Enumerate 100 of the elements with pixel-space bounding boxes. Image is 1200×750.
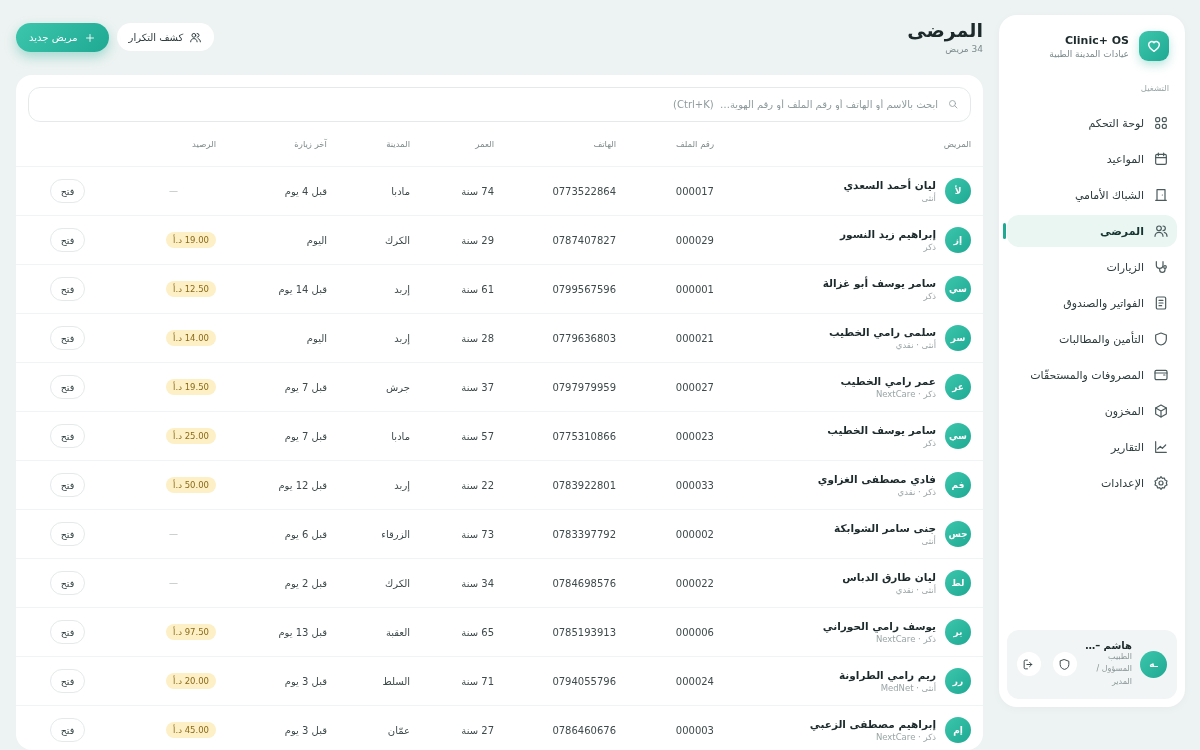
users-icon xyxy=(189,30,203,44)
age-cell-text: 34 سنة xyxy=(460,577,494,589)
age-cell-text: 28 سنة xyxy=(460,332,494,344)
patient-avatar: إز xyxy=(945,227,971,253)
duplicates-button[interactable]: كشف التكرار xyxy=(116,23,215,51)
column-header: آخر زيارة xyxy=(293,139,327,149)
city-cell-text: جرش xyxy=(385,381,410,393)
column-header: العمر xyxy=(474,139,494,149)
balance-cell-text: — xyxy=(169,529,179,539)
balance-badge: 19.50 د.أ xyxy=(166,379,216,395)
wallet-icon xyxy=(1153,367,1169,383)
file-number: 000001 xyxy=(674,283,714,295)
patient-meta: ذكر · NextCare xyxy=(874,389,936,399)
balance-badge: 97.50 د.أ xyxy=(166,624,216,640)
column-header: رقم الملف xyxy=(675,139,714,149)
phone-cell-text: 0784698576 xyxy=(551,577,616,589)
phone-cell-text: 0785193913 xyxy=(551,626,616,638)
file-number: 000023 xyxy=(674,430,714,442)
patient-name: ليان أحمد السعدي xyxy=(843,179,936,191)
shield-button[interactable] xyxy=(1052,652,1077,677)
age-cell-text: 61 سنة xyxy=(460,283,494,295)
age-cell-text: 22 سنة xyxy=(460,479,494,491)
patient-avatar: سي xyxy=(945,276,971,302)
patient-name: سلمى رامي الخطيب xyxy=(828,326,936,338)
phone-cell-text: 0786460676 xyxy=(551,724,616,736)
city-cell-text: مادبا xyxy=(390,185,410,197)
age-cell-text: 65 سنة xyxy=(460,626,494,638)
balance-badge: 19.00 د.أ xyxy=(166,232,216,248)
logout-button[interactable] xyxy=(1017,652,1041,677)
file-number: 000024 xyxy=(674,675,714,687)
patient-meta: ذكر xyxy=(922,291,936,301)
open-button[interactable]: فتح xyxy=(50,277,85,301)
balance-cell-text: — xyxy=(169,186,179,196)
open-button[interactable]: فتح xyxy=(50,571,85,595)
city-cell-text: إربد xyxy=(393,283,410,295)
search-icon xyxy=(947,98,959,110)
patient-name: فادي مصطفى الغزاوي xyxy=(817,473,936,485)
city-cell-text: إربد xyxy=(393,332,410,344)
last-visit-cell-text: قبل 3 يوم xyxy=(283,675,327,687)
last-visit-cell-text: قبل 7 يوم xyxy=(283,430,327,442)
column-header: الهاتف xyxy=(592,139,616,149)
patient-avatar: ير xyxy=(945,619,971,645)
sidebar-item[interactable]: الزيارات xyxy=(1007,251,1177,283)
phone-cell-text: 0783397792 xyxy=(551,528,616,540)
gear-icon xyxy=(1153,475,1169,491)
file-number: 000033 xyxy=(674,479,714,491)
balance-badge: 25.00 د.أ xyxy=(166,428,216,444)
age-cell-text: 73 سنة xyxy=(460,528,494,540)
open-button[interactable]: فتح xyxy=(50,375,85,399)
open-button[interactable]: فتح xyxy=(50,620,85,644)
sidebar-item[interactable]: التقارير xyxy=(1007,431,1177,463)
city-cell-text: إربد xyxy=(393,479,410,491)
last-visit-cell-text: قبل 12 يوم xyxy=(277,479,327,491)
city-cell-text: عمّان xyxy=(386,724,410,736)
user-role: الطبيب المسؤول / المدير xyxy=(1095,651,1132,689)
patient-count: 34 مريض xyxy=(944,44,983,54)
patient-name: سامر يوسف الخطيب xyxy=(827,424,936,436)
open-button[interactable]: فتح xyxy=(50,473,85,497)
file-number: 000017 xyxy=(674,185,714,197)
open-button[interactable]: فتح xyxy=(50,424,85,448)
patient-avatar: لط xyxy=(945,570,971,596)
file-number: 000006 xyxy=(674,626,714,638)
patient-meta: أنثى · MedNet xyxy=(880,683,936,693)
sidebar-item[interactable]: التأمين والمطالبات xyxy=(1007,323,1177,355)
open-button[interactable]: فتح xyxy=(50,179,85,203)
patient-meta: أنثى · نقدي xyxy=(894,585,936,595)
balance-badge: 12.50 د.أ xyxy=(166,281,216,297)
patient-avatar: فم xyxy=(945,472,971,498)
column-header: المريض xyxy=(942,139,971,149)
section-label: التشغيل xyxy=(1139,83,1169,93)
city-cell-text: الكرك xyxy=(383,234,410,246)
open-button[interactable]: فتح xyxy=(50,718,85,742)
sidebar-item[interactable]: الشباك الأمامي xyxy=(1007,179,1177,211)
age-cell-text: 29 سنة xyxy=(460,234,494,246)
file-number: 000029 xyxy=(674,234,714,246)
file-number: 000003 xyxy=(674,724,714,736)
open-button[interactable]: فتح xyxy=(50,228,85,252)
sidebar-item[interactable]: المصروفات والمستحقّات xyxy=(1007,359,1177,391)
phone-cell-text: 0773522864 xyxy=(551,185,616,197)
patient-meta: ذكر · NextCare xyxy=(874,634,936,644)
sidebar-item[interactable]: الإعدادات xyxy=(1007,467,1177,499)
open-button[interactable]: فتح xyxy=(50,522,85,546)
sidebar-item[interactable]: المواعيد xyxy=(1007,143,1177,175)
sidebar-item[interactable]: الفواتير والصندوق xyxy=(1007,287,1177,319)
sidebar-item[interactable]: لوحة التحكم xyxy=(1007,107,1177,139)
city-cell-text: مادبا xyxy=(390,430,410,442)
clinic-name: عيادات المدينة الطبية xyxy=(1049,48,1129,59)
plus-icon xyxy=(83,31,96,44)
patient-meta: ذكر · نقدي xyxy=(896,487,936,497)
sidebar-item[interactable]: المخزون xyxy=(1007,395,1177,427)
city-cell-text: العقبة xyxy=(384,626,410,638)
app-name: Clinic+ OS xyxy=(1063,33,1129,47)
open-button[interactable]: فتح xyxy=(50,669,85,693)
patient-avatar: عر xyxy=(945,374,971,400)
open-button[interactable]: فتح xyxy=(50,326,85,350)
last-visit-cell-text: قبل 3 يوم xyxy=(283,724,327,736)
patient-name: ريم رامي الطراونة xyxy=(838,669,936,681)
last-visit-cell-text: قبل 4 يوم xyxy=(283,185,327,197)
last-visit-cell-text: اليوم xyxy=(305,332,327,344)
last-visit-cell-text: اليوم xyxy=(305,234,327,246)
